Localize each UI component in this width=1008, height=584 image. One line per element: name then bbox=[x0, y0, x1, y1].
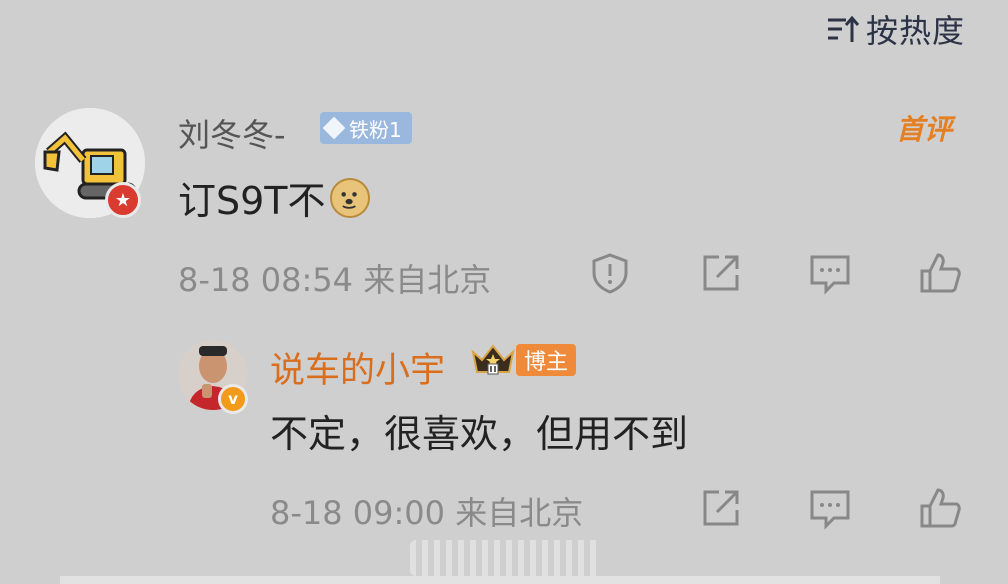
comment-meta: 8-18 09:00 来自北京 bbox=[270, 494, 584, 532]
comment-text-content: 订S9T不 bbox=[178, 179, 326, 223]
sort-label: 按热度 bbox=[866, 12, 966, 50]
fan-badge[interactable]: 铁粉1 bbox=[320, 112, 412, 144]
crown-badge-icon bbox=[470, 342, 516, 376]
like-icon[interactable] bbox=[918, 486, 962, 530]
diamond-icon bbox=[322, 116, 346, 140]
blogger-badge[interactable]: 博主 bbox=[516, 344, 577, 376]
comment-text: 订S9T不 bbox=[178, 170, 370, 225]
doge-emoji-icon bbox=[329, 177, 370, 218]
first-comment-badge: 首评 bbox=[896, 113, 953, 146]
bottom-divider bbox=[60, 576, 940, 584]
fan-badge-label: 铁粉1 bbox=[349, 117, 402, 142]
sort-icon bbox=[826, 14, 860, 44]
like-icon[interactable] bbox=[918, 251, 962, 295]
username[interactable]: 刘冬冬- bbox=[178, 110, 286, 156]
report-icon[interactable] bbox=[588, 251, 632, 295]
comment-meta: 8-18 08:54 来自北京 bbox=[178, 261, 492, 299]
sort-by-hot-button[interactable]: 按热度 bbox=[826, 8, 965, 50]
comment-text: 不定，很喜欢，但用不到 bbox=[270, 412, 689, 456]
comment-icon[interactable] bbox=[808, 251, 852, 295]
comment-icon[interactable] bbox=[808, 486, 852, 530]
verified-badge-icon: v bbox=[218, 384, 248, 414]
share-icon[interactable] bbox=[699, 486, 743, 530]
official-badge-icon: ★ bbox=[105, 182, 141, 218]
username[interactable]: 说车的小宇 bbox=[270, 342, 445, 393]
watermark bbox=[410, 540, 600, 576]
share-icon[interactable] bbox=[699, 251, 743, 295]
